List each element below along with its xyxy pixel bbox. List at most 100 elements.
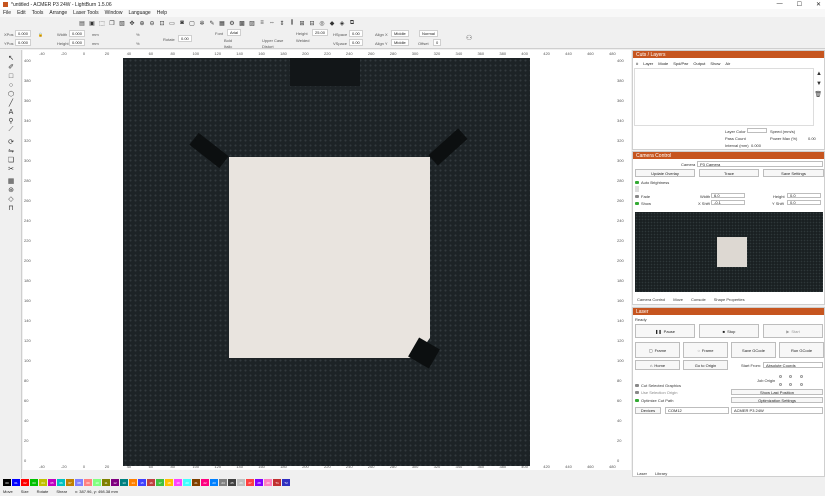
node-icon[interactable]: ◆ bbox=[328, 19, 336, 27]
xshift-input[interactable]: -0.1 bbox=[711, 200, 745, 205]
palette-swatch[interactable]: 28 bbox=[255, 479, 263, 486]
tab-laser[interactable]: Laser bbox=[637, 471, 647, 476]
rotate-tool-icon[interactable]: ⟳ bbox=[7, 138, 15, 146]
menu-laser-tools[interactable]: Laser Tools bbox=[73, 10, 98, 16]
tab-tool-icon[interactable]: ⊓ bbox=[7, 204, 15, 212]
group-icon[interactable]: ▩ bbox=[238, 19, 246, 27]
save-gcode-button[interactable]: Save GCode bbox=[731, 342, 776, 358]
menu-window[interactable]: Window bbox=[105, 10, 123, 16]
width-input[interactable]: 6.0 bbox=[711, 193, 745, 198]
palette-swatch[interactable]: 05 bbox=[48, 479, 56, 486]
import-icon[interactable]: ⬚ bbox=[98, 19, 106, 27]
tab-console[interactable]: Console bbox=[691, 297, 706, 302]
flip-icon[interactable]: ⇔ bbox=[268, 19, 276, 27]
tab-camera-control[interactable]: Camera Control bbox=[637, 297, 665, 302]
ypos-value[interactable]: 0.000 bbox=[15, 39, 32, 46]
italic-checkbox[interactable]: Italic bbox=[224, 44, 232, 49]
distribute-icon[interactable]: ⫼ bbox=[288, 19, 296, 27]
palette-swatch[interactable]: T2 bbox=[282, 479, 290, 486]
shear-mode[interactable]: Shear bbox=[56, 489, 67, 494]
palette-swatch[interactable]: 17 bbox=[156, 479, 164, 486]
layer-color-swatch[interactable] bbox=[747, 128, 767, 133]
layer-list[interactable] bbox=[634, 68, 814, 126]
camera-icon[interactable]: ◙ bbox=[178, 19, 186, 27]
show-last-position-button[interactable]: Show Last Position bbox=[731, 389, 823, 395]
home-button[interactable]: ⌂ Home bbox=[635, 360, 680, 370]
measure-icon[interactable]: ⟋ bbox=[7, 126, 15, 134]
push-icon[interactable]: ◈ bbox=[338, 19, 346, 27]
open-icon[interactable]: ▤ bbox=[78, 19, 86, 27]
palette-swatch[interactable]: 26 bbox=[237, 479, 245, 486]
palette-swatch[interactable]: 22 bbox=[201, 479, 209, 486]
normal-select[interactable]: Normal bbox=[418, 30, 438, 37]
run-gcode-button[interactable]: Run GCode bbox=[779, 342, 824, 358]
menu-edit[interactable]: Edit bbox=[17, 10, 26, 16]
minimize-button[interactable]: — bbox=[777, 1, 783, 8]
text-path-icon[interactable]: ⚇ bbox=[466, 34, 472, 42]
array-icon[interactable]: ▦ bbox=[218, 19, 226, 27]
line-icon[interactable]: ╱ bbox=[7, 99, 15, 107]
tab-library[interactable]: Library bbox=[655, 471, 667, 476]
offset-field[interactable]: 0 bbox=[432, 39, 442, 46]
close-button[interactable]: ✕ bbox=[816, 1, 821, 8]
align-y-select[interactable]: Middle bbox=[390, 39, 409, 46]
distort-checkbox[interactable]: Distort bbox=[262, 44, 274, 49]
frame-button[interactable]: ▢ Frame bbox=[635, 342, 680, 358]
xpos-field[interactable]: 0.000 bbox=[14, 30, 32, 37]
circular-array-icon[interactable]: ⊛ bbox=[7, 186, 15, 194]
camera-select[interactable]: P3 Camera bbox=[697, 161, 823, 167]
palette-swatch[interactable]: 15 bbox=[138, 479, 146, 486]
bold-checkbox[interactable]: Bold bbox=[224, 38, 232, 43]
paste-icon[interactable]: ▧ bbox=[118, 19, 126, 27]
menu-arrange[interactable]: Arrange bbox=[49, 10, 67, 16]
brightness-slider[interactable] bbox=[635, 186, 639, 192]
select-icon[interactable]: ↖ bbox=[7, 54, 15, 62]
palette-swatch[interactable]: 08 bbox=[75, 479, 83, 486]
palette-swatch[interactable]: 00 bbox=[3, 479, 11, 486]
rotate-mode[interactable]: Rotate bbox=[37, 489, 49, 494]
save-settings-button[interactable]: Save Settings bbox=[763, 169, 824, 177]
stop-button[interactable]: ■ Stop bbox=[699, 324, 759, 338]
palette-swatch[interactable]: 24 bbox=[219, 479, 227, 486]
interval-value[interactable]: 0.000 bbox=[751, 143, 761, 148]
normal-value[interactable]: Normal bbox=[419, 30, 438, 37]
palette-swatch[interactable]: 14 bbox=[129, 479, 137, 486]
text-icon[interactable]: A bbox=[7, 108, 15, 116]
delete-icon[interactable]: 🗑 bbox=[814, 91, 822, 98]
save-icon[interactable]: ▣ bbox=[88, 19, 96, 27]
palette-swatch[interactable]: 07 bbox=[66, 479, 74, 486]
move-down-icon[interactable]: ▼ bbox=[816, 81, 822, 87]
hspace-value[interactable]: 0.00 bbox=[349, 30, 363, 37]
height-input[interactable]: 0.0 bbox=[787, 193, 821, 198]
align-icon[interactable]: ≡ bbox=[258, 19, 266, 27]
job-origin-grid[interactable] bbox=[779, 375, 809, 389]
origin-radio[interactable] bbox=[789, 382, 793, 386]
trace-button[interactable]: Trace bbox=[699, 169, 759, 177]
rectangle-icon[interactable]: □ bbox=[7, 72, 15, 80]
move-icon[interactable]: ✥ bbox=[128, 19, 136, 27]
xpos-value[interactable]: 0.000 bbox=[15, 30, 32, 37]
palette-swatch[interactable]: 09 bbox=[84, 479, 92, 486]
origin-radio[interactable] bbox=[779, 375, 782, 378]
menu-tools[interactable]: Tools bbox=[32, 10, 44, 16]
palette-swatch[interactable]: 11 bbox=[102, 479, 110, 486]
show-toggle[interactable]: Show bbox=[635, 201, 651, 206]
font-field[interactable]: Arial bbox=[226, 29, 242, 36]
palette-swatch[interactable]: 06 bbox=[57, 479, 65, 486]
palette-swatch[interactable]: 04 bbox=[39, 479, 47, 486]
copy-icon[interactable]: ❐ bbox=[108, 19, 116, 27]
zoom-in-icon[interactable]: ⊕ bbox=[138, 19, 146, 27]
optimize-cut-path-toggle[interactable]: Optimize Cut Path bbox=[635, 398, 673, 403]
zoom-out-icon[interactable]: ⊖ bbox=[148, 19, 156, 27]
ungroup-icon[interactable]: ▨ bbox=[248, 19, 256, 27]
palette-swatch[interactable]: 03 bbox=[30, 479, 38, 486]
origin-radio[interactable] bbox=[789, 375, 793, 378]
gear-icon[interactable]: ✲ bbox=[198, 19, 206, 27]
yshift-input[interactable]: 0.0 bbox=[787, 200, 821, 205]
frame-circle-button[interactable]: ◌ Frame bbox=[683, 342, 728, 358]
device-select[interactable]: ACMER P3 24W bbox=[731, 407, 823, 414]
auto-brightness-toggle[interactable]: Auto Brightness bbox=[635, 180, 669, 185]
trace-icon[interactable]: ✎ bbox=[208, 19, 216, 27]
font-value[interactable]: Arial bbox=[227, 29, 242, 36]
start-from-select[interactable]: Absolute Coords bbox=[763, 362, 823, 368]
